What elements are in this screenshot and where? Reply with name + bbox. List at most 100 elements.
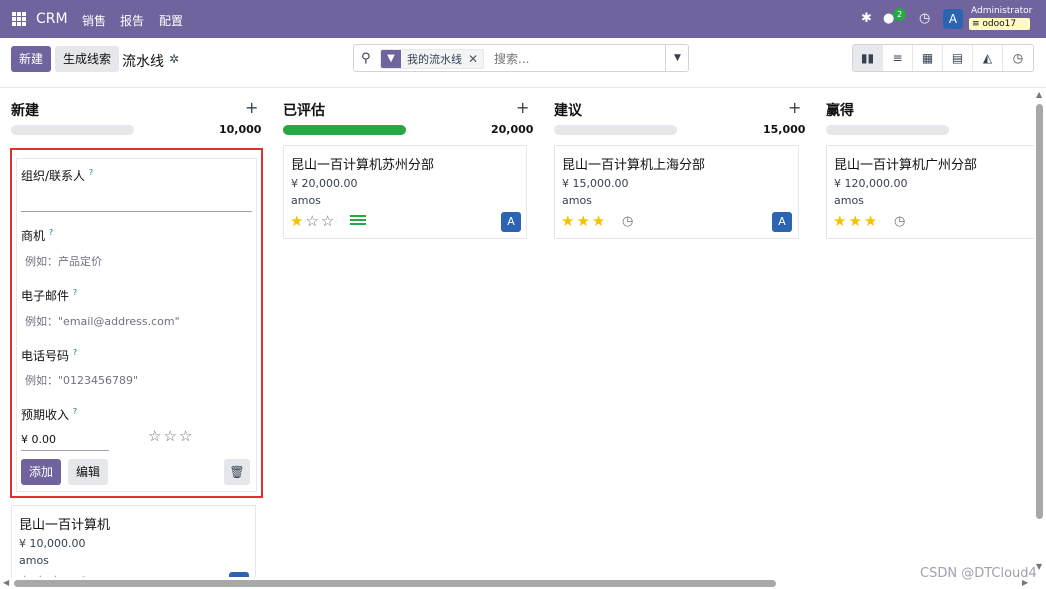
kanban-card[interactable]: 昆山一百计算机苏州分部 ¥ 20,000.00 amos ★☆☆ A (283, 145, 527, 239)
card-salesperson: amos (562, 194, 592, 207)
opportunity-label: 商机 ? (21, 227, 53, 244)
column-progress-bar[interactable] (11, 125, 134, 135)
menu-sales[interactable]: 销售 (82, 12, 106, 29)
bug-icon[interactable]: ✱ (861, 11, 872, 26)
activity-clock-icon[interactable]: ◷ (919, 11, 930, 26)
activity-clock-icon[interactable]: ◷ (894, 214, 905, 229)
watermark: CSDN @DTCloud4 (920, 566, 1037, 581)
calendar-view-icon[interactable]: ▦ (913, 45, 943, 71)
card-amount: ¥ 15,000.00 (562, 177, 629, 190)
scrollbar-thumb[interactable] (14, 580, 776, 587)
org-input[interactable] (21, 211, 252, 212)
card-amount: ¥ 120,000.00 (834, 177, 908, 190)
column-title-won: 赢得 (826, 103, 854, 119)
user-avatar[interactable]: A (943, 9, 963, 29)
column-add-icon[interactable]: + (788, 98, 801, 117)
opportunity-input[interactable]: 例如：产品定价 (25, 253, 102, 269)
kanban-board: 新建 + 10,000 已评估 + 20,000 建议 + 15,000 赢得 … (0, 88, 1034, 577)
card-salesperson: amos (19, 554, 49, 567)
gear-icon[interactable]: ✲ (169, 52, 179, 66)
column-title-qualified: 已评估 (283, 103, 325, 119)
card-title: 昆山一百计算机苏州分部 (291, 158, 435, 173)
apps-menu-icon[interactable] (12, 12, 26, 26)
new-button[interactable]: 新建 (11, 46, 51, 72)
search-input[interactable] (494, 50, 654, 68)
quick-create-highlight: 组织/联系人 ? 商机 ? 例如：产品定价 电子邮件 ? 例如："email@a… (10, 148, 263, 498)
database-name-text: odoo17 (982, 19, 1017, 29)
priority-stars[interactable]: ★★★ (833, 212, 879, 230)
trash-icon[interactable]: 🗑 (224, 459, 250, 485)
card-salesperson: amos (834, 194, 864, 207)
facet-label: 我的流水线 (407, 53, 462, 66)
help-icon[interactable]: ? (89, 168, 93, 177)
opportunity-label-text: 商机 (21, 229, 46, 243)
top-navbar: CRM 销售 报告 配置 ✱ ● 2 ◷ A Administrator ≡ o… (0, 0, 1046, 38)
column-add-icon[interactable]: + (245, 98, 258, 117)
card-title: 昆山一百计算机上海分部 (562, 158, 706, 173)
column-title-new: 新建 (11, 103, 39, 119)
chevron-down-icon[interactable]: ▼ (665, 45, 689, 71)
card-title: 昆山一百计算机广州分部 (834, 158, 978, 173)
pivot-view-icon[interactable]: ▤ (943, 45, 973, 71)
priority-stars[interactable]: ☆☆☆ (148, 427, 194, 445)
priority-stars[interactable]: ★☆☆ (290, 212, 336, 230)
user-name[interactable]: Administrator (971, 6, 1032, 16)
search-bar: ⚲ ▼ 我的流水线 ✕ ▼ (353, 44, 689, 72)
scroll-up-icon[interactable]: ▲ (1036, 90, 1042, 99)
breadcrumb: 流水线 (122, 54, 164, 70)
kanban-card[interactable]: 昆山一百计算机广州分部 ¥ 120,000.00 amos ★★★ ◷ (826, 145, 1034, 239)
priority-stars[interactable]: ★★★ (561, 212, 607, 230)
vertical-scrollbar[interactable]: ▲ ▼ (1034, 88, 1046, 577)
tags-icon (350, 215, 366, 227)
list-view-icon[interactable]: ≡ (883, 45, 913, 71)
help-icon[interactable]: ? (73, 348, 77, 357)
activity-view-icon[interactable]: ◷ (1003, 45, 1033, 71)
help-icon[interactable]: ? (73, 288, 77, 297)
column-add-icon[interactable]: + (516, 98, 529, 117)
card-amount: ¥ 20,000.00 (291, 177, 358, 190)
horizontal-scrollbar[interactable]: ◀ ▶ (0, 577, 1034, 589)
kanban-card[interactable]: 昆山一百计算机 ¥ 10,000.00 amos ☆☆☆ ◷ A (11, 505, 256, 577)
kanban-view-icon[interactable]: ▮▮ (853, 45, 883, 71)
menu-config[interactable]: 配置 (159, 12, 183, 29)
revenue-input[interactable]: ¥ 0.00 (21, 433, 56, 446)
column-progress-bar[interactable] (826, 125, 949, 135)
search-icon[interactable]: ⚲ (361, 51, 371, 66)
edit-button[interactable]: 编辑 (68, 459, 108, 485)
filter-icon: ▼ (381, 50, 401, 68)
menu-reports[interactable]: 报告 (120, 12, 144, 29)
view-switcher: ▮▮ ≡ ▦ ▤ ◭ ◷ (852, 44, 1034, 72)
column-progress-bar[interactable] (554, 125, 677, 135)
kanban-card[interactable]: 昆山一百计算机上海分部 ¥ 15,000.00 amos ★★★ ◷ A (554, 145, 799, 239)
column-total: 20,000 (491, 123, 534, 136)
scroll-left-icon[interactable]: ◀ (3, 578, 9, 587)
filter-facet: ▼ 我的流水线 ✕ (380, 49, 485, 69)
revenue-underline (21, 450, 109, 451)
email-label-text: 电子邮件 (21, 289, 70, 303)
avatar[interactable]: A (772, 212, 792, 232)
org-label: 组织/联系人 ? (21, 167, 93, 184)
activity-clock-icon[interactable]: ◷ (622, 214, 633, 229)
card-title: 昆山一百计算机 (19, 518, 111, 533)
email-field[interactable]: 例如："email@address.com" (25, 313, 180, 329)
chat-count-badge: 2 (893, 8, 906, 21)
phone-field[interactable]: 例如："0123456789" (25, 372, 138, 388)
email-label: 电子邮件 ? (21, 287, 77, 304)
org-label-text: 组织/联系人 (21, 169, 86, 183)
avatar[interactable]: A (501, 212, 521, 232)
database-name: ≡ odoo17 (969, 18, 1030, 30)
scroll-down-icon[interactable]: ▼ (1036, 562, 1042, 571)
graph-view-icon[interactable]: ◭ (973, 45, 1003, 71)
help-icon[interactable]: ? (73, 407, 77, 416)
help-icon[interactable]: ? (49, 228, 53, 237)
progress-fill (283, 125, 406, 135)
add-button[interactable]: 添加 (21, 459, 61, 485)
control-panel: 新建 生成线索 流水线 ✲ ⚲ ▼ 我的流水线 ✕ ▼ ▮▮ ≡ ▦ ▤ ◭ ◷ (0, 38, 1046, 88)
app-name[interactable]: CRM (36, 11, 68, 27)
scrollbar-thumb[interactable] (1036, 104, 1043, 519)
generate-leads-button[interactable]: 生成线索 (55, 46, 119, 72)
close-icon[interactable]: ✕ (468, 52, 483, 66)
card-amount: ¥ 10,000.00 (19, 537, 86, 550)
column-progress-bar[interactable] (283, 125, 406, 135)
column-total: 10,000 (219, 123, 262, 136)
